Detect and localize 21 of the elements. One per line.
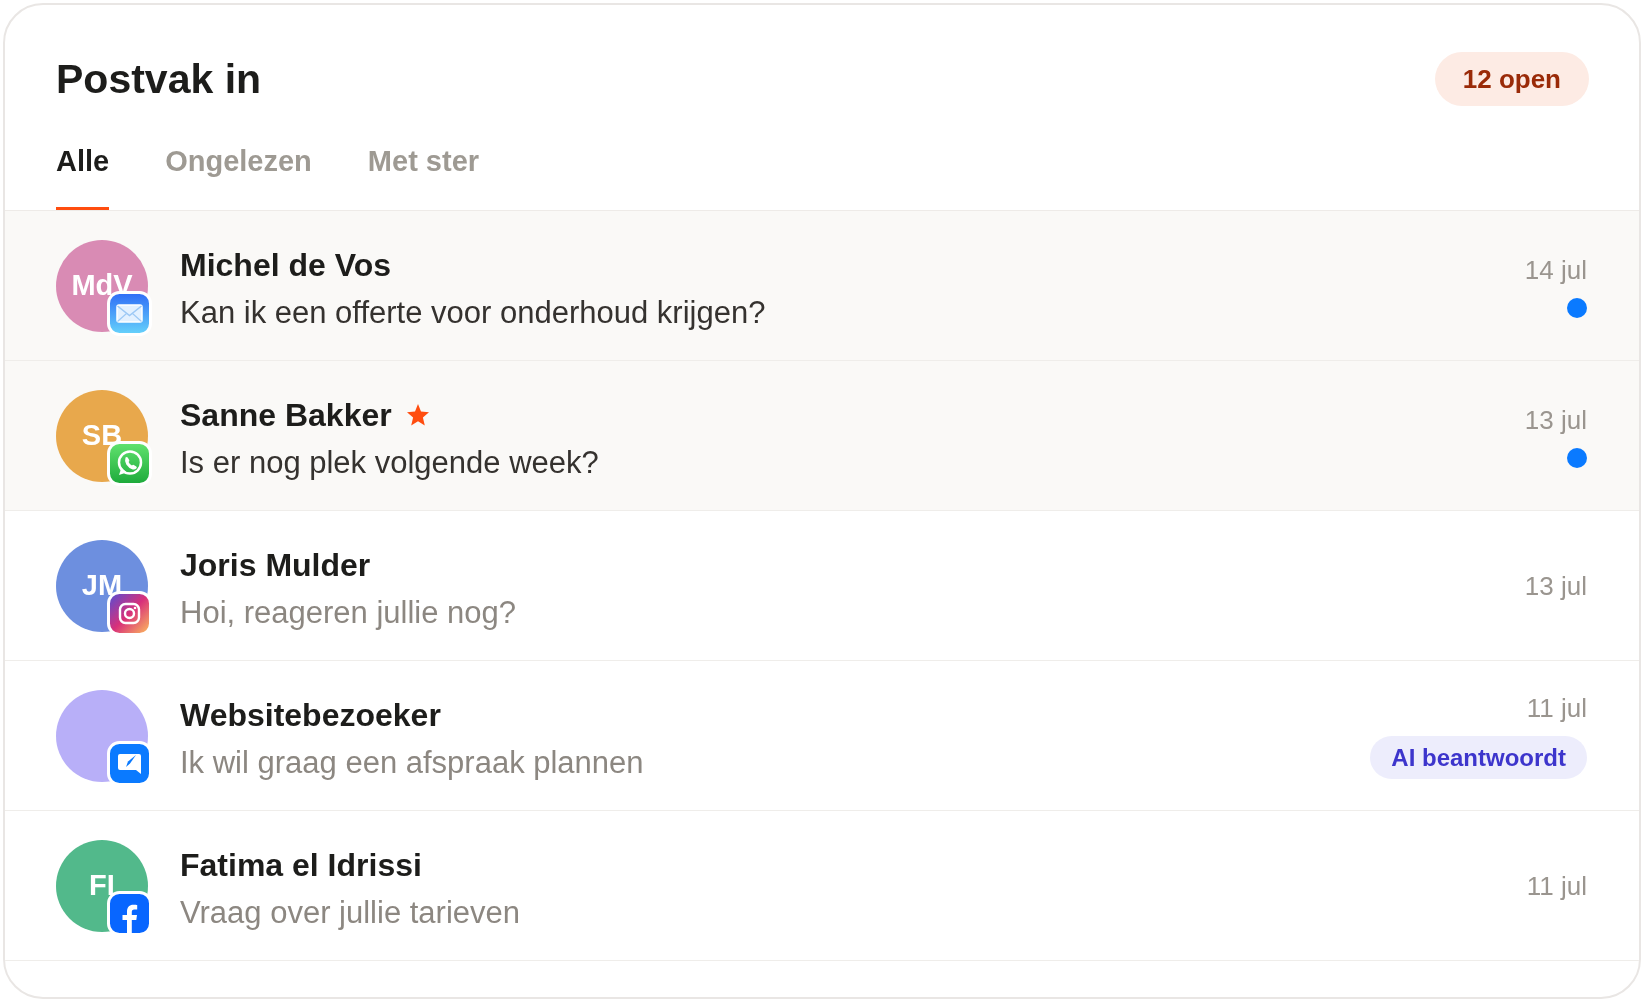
message-date: 13 jul [1524,403,1587,436]
contact-name: Michel de Vos [180,245,391,284]
contact-name: Joris Mulder [180,545,371,584]
message-preview: Is er nog plek volgende week? [180,443,599,482]
message-preview: Vraag over jullie tarieven [180,893,521,932]
status-tag: AI beantwoordt [1370,736,1587,779]
contact-name: Sanne Bakker [180,395,392,434]
inbox-title: Postvak in [56,55,262,103]
contact-name: Fatima el Idrissi [180,845,422,884]
contact-name: Websitebezoeker [180,695,441,734]
message-date: 14 jul [1524,253,1587,286]
message-preview: Ik wil graag een afspraak plannen [180,743,644,782]
message-date: 11 jul [1526,869,1587,902]
chat-bubble-icon [107,740,152,786]
message-preview: Hoi, reageren jullie nog? [180,593,517,632]
conversation-row[interactable]: SB Sanne Bakker Is er nog plek volgende week? 13 jul [5,361,1639,511]
message-date: 11 jul [1526,692,1587,724]
message-date: 13 jul [1524,569,1587,602]
message-preview: Kan ik een offerte voor onderhoud krijgen? [180,293,766,332]
open-count-badge: 12 open [1434,52,1589,106]
conversation-row[interactable]: MdV Michel de Vos Kan ik een offerte voor onderhoud krijgen? 14 jul [5,211,1639,361]
